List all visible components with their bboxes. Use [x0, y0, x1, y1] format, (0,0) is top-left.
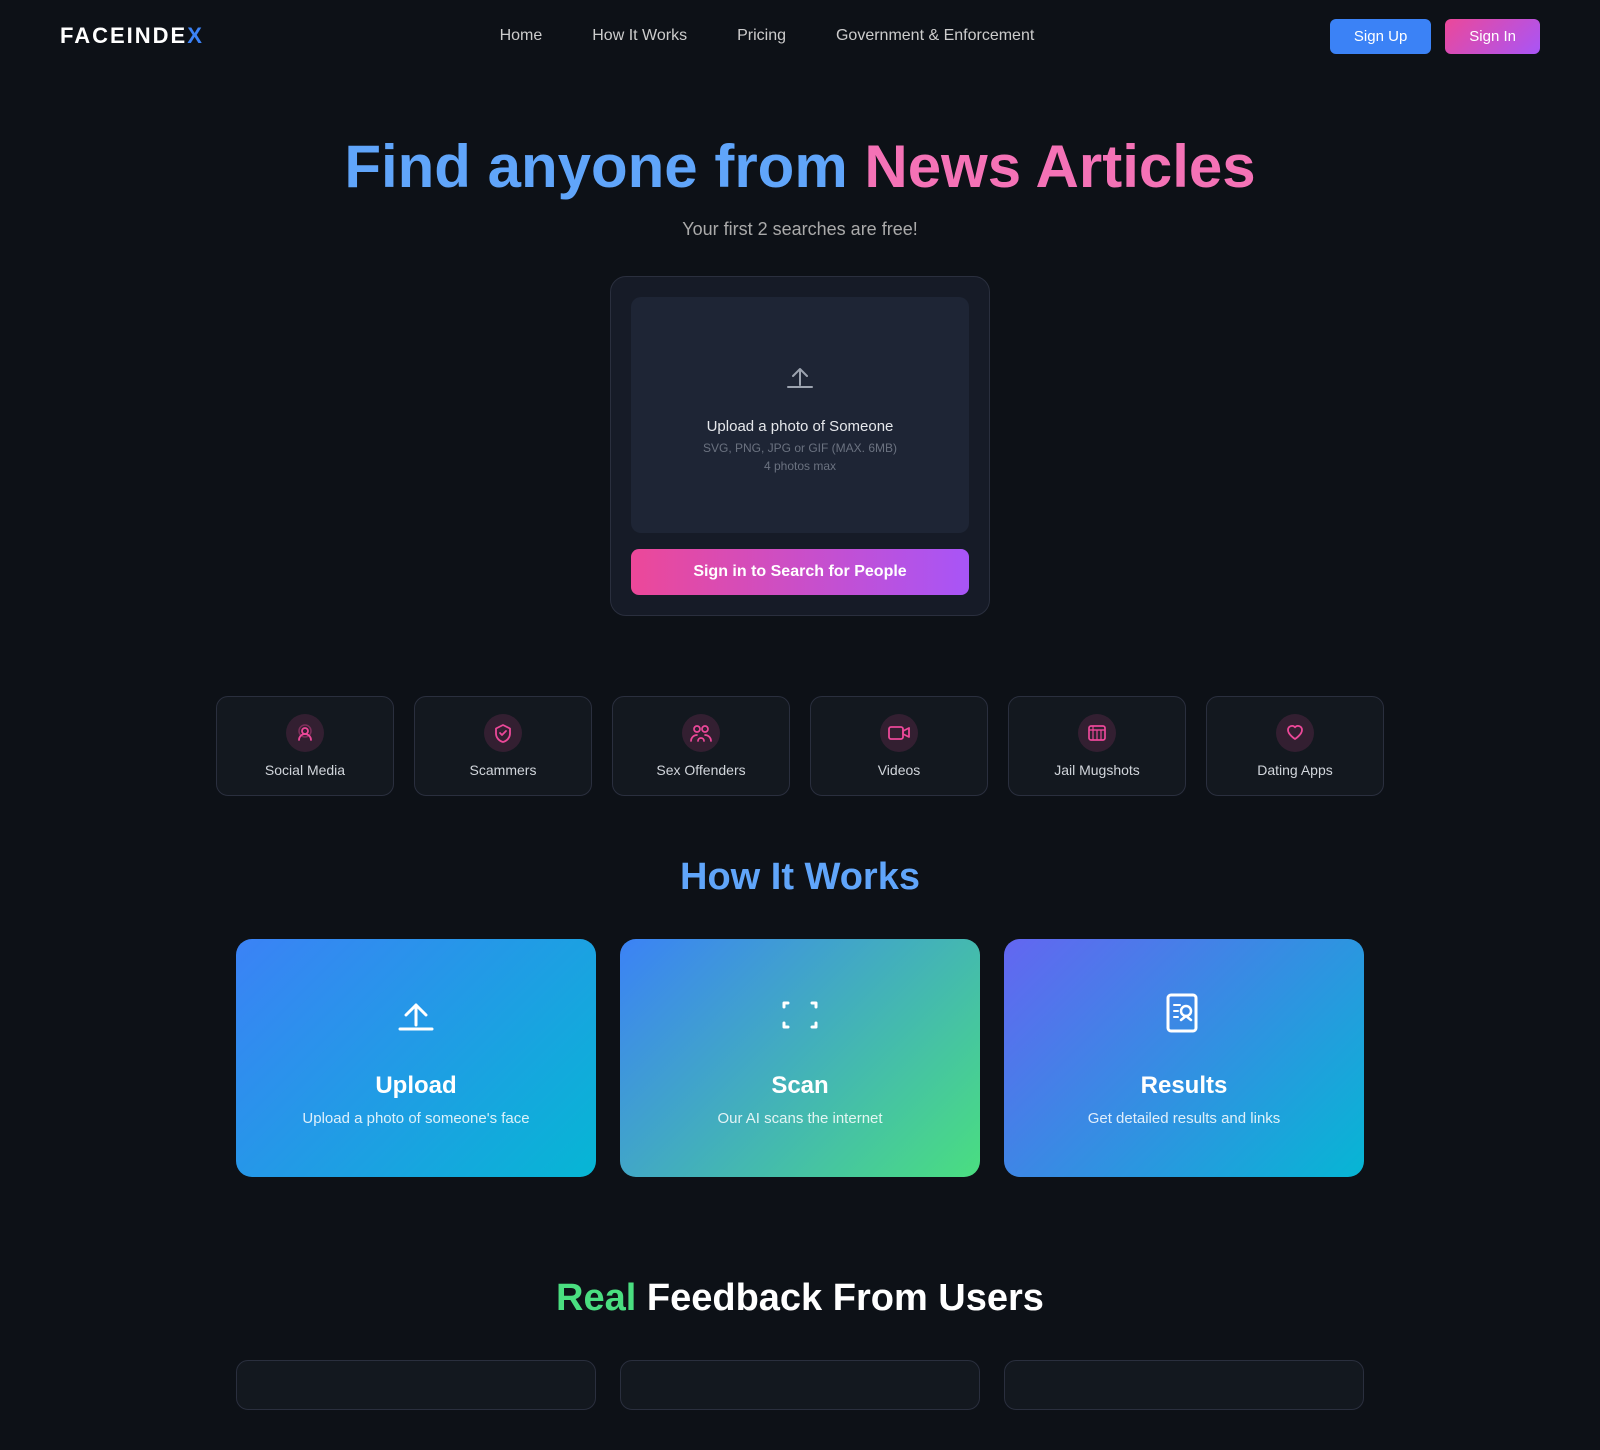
results-step-title: Results: [1034, 1072, 1334, 1100]
feedback-card-1: [236, 1360, 596, 1410]
hero-subtitle: Your first 2 searches are free!: [20, 219, 1580, 240]
feedback-title-white: Feedback From Users: [636, 1277, 1044, 1319]
nav-government[interactable]: Government & Enforcement: [836, 27, 1034, 44]
step-upload: Upload Upload a photo of someone's face: [236, 939, 596, 1177]
upload-dropzone[interactable]: Upload a photo of Someone SVG, PNG, JPG …: [631, 297, 969, 533]
social-media-label: Social Media: [265, 762, 345, 778]
feedback-title: Real Feedback From Users: [80, 1277, 1520, 1320]
scammers-icon: [484, 714, 522, 752]
category-scammers[interactable]: Scammers: [414, 696, 592, 796]
upload-container: Upload a photo of Someone SVG, PNG, JPG …: [610, 276, 990, 616]
feedback-card-2: [620, 1360, 980, 1410]
upload-icon: [651, 357, 949, 406]
upload-step-desc: Upload a photo of someone's face: [266, 1110, 566, 1127]
how-it-works-section: How It Works Upload Upload a photo of so…: [0, 836, 1600, 1237]
sex-offenders-label: Sex Offenders: [656, 762, 745, 778]
scan-step-title: Scan: [650, 1072, 950, 1100]
upload-step-icon: [266, 989, 566, 1052]
category-jail-mugshots[interactable]: Jail Mugshots: [1008, 696, 1186, 796]
nav-pricing[interactable]: Pricing: [737, 27, 786, 44]
signin-button[interactable]: Sign In: [1445, 19, 1540, 54]
nav-links: Home How It Works Pricing Government & E…: [500, 27, 1035, 45]
navbar: FACEINDEX Home How It Works Pricing Gove…: [0, 0, 1600, 72]
scan-step-desc: Our AI scans the internet: [650, 1110, 950, 1127]
feedback-card-3: [1004, 1360, 1364, 1410]
feedback-title-green: Real: [556, 1277, 636, 1319]
videos-icon: [880, 714, 918, 752]
upload-step-title: Upload: [266, 1072, 566, 1100]
category-videos[interactable]: Videos: [810, 696, 988, 796]
logo[interactable]: FACEINDEX: [60, 23, 204, 49]
nav-actions: Sign Up Sign In: [1330, 19, 1540, 54]
step-results: Results Get detailed results and links: [1004, 939, 1364, 1177]
jail-mugshots-icon: [1078, 714, 1116, 752]
dating-apps-icon: [1276, 714, 1314, 752]
hero-title-part2: News Articles: [864, 133, 1255, 200]
nav-home[interactable]: Home: [500, 27, 543, 44]
category-social-media[interactable]: Social Media: [216, 696, 394, 796]
category-dating-apps[interactable]: Dating Apps: [1206, 696, 1384, 796]
search-button[interactable]: Sign in to Search for People: [631, 549, 969, 595]
feedback-section: Real Feedback From Users: [0, 1237, 1600, 1450]
sex-offenders-icon: [682, 714, 720, 752]
feedback-grid: [80, 1360, 1520, 1410]
signup-button[interactable]: Sign Up: [1330, 19, 1431, 54]
hero-title: Find anyone from News Articles: [20, 132, 1580, 201]
category-sex-offenders[interactable]: Sex Offenders: [612, 696, 790, 796]
categories-section: Social Media Scammers Sex Offenders: [0, 656, 1600, 836]
how-it-works-title: How It Works: [80, 856, 1520, 899]
results-step-icon: [1034, 989, 1334, 1052]
logo-x: X: [187, 23, 204, 48]
videos-label: Videos: [878, 762, 921, 778]
hero-title-part1: Find anyone from: [344, 133, 864, 200]
social-media-icon: [286, 714, 324, 752]
nav-how-it-works[interactable]: How It Works: [592, 27, 687, 44]
results-step-desc: Get detailed results and links: [1034, 1110, 1334, 1127]
upload-formats: SVG, PNG, JPG or GIF (MAX. 6MB): [651, 441, 949, 455]
jail-mugshots-label: Jail Mugshots: [1054, 762, 1140, 778]
step-scan: Scan Our AI scans the internet: [620, 939, 980, 1177]
steps-grid: Upload Upload a photo of someone's face …: [80, 939, 1520, 1177]
upload-max: 4 photos max: [651, 459, 949, 473]
hero-section: Find anyone from News Articles Your firs…: [0, 72, 1600, 656]
scan-step-icon: [650, 989, 950, 1052]
logo-text: FACEINDE: [60, 23, 187, 48]
scammers-label: Scammers: [470, 762, 537, 778]
dating-apps-label: Dating Apps: [1257, 762, 1333, 778]
upload-label: Upload a photo of Someone: [651, 418, 949, 435]
